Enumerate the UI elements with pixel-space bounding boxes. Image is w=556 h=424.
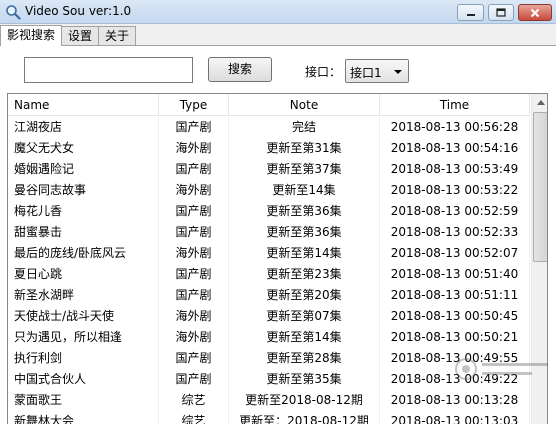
cell-note: 更新至14集 — [229, 180, 380, 201]
chevron-up-icon — [536, 100, 545, 105]
minimize-icon — [466, 13, 475, 16]
cell-note: 更新至第14集 — [229, 327, 380, 348]
cell-type: 国产剧 — [159, 348, 229, 369]
cell-time: 2018-08-13 00:52:59 — [380, 201, 530, 222]
cell-time: 2018-08-13 00:13:03 — [380, 411, 530, 424]
cell-time: 2018-08-13 00:13:28 — [380, 390, 530, 411]
cell-note: 更新至第20集 — [229, 285, 380, 306]
magnifier-icon — [6, 5, 21, 20]
cell-name: 天使战士/战斗天使 — [8, 306, 159, 327]
cell-time: 2018-08-13 00:50:21 — [380, 327, 530, 348]
cell-note: 更新至第37集 — [229, 159, 380, 180]
cell-type: 国产剧 — [159, 369, 229, 390]
list-item[interactable]: 夏日心跳 国产剧 更新至第23集 2018-08-13 00:51:40 — [8, 264, 531, 285]
cell-note: 更新至第28集 — [229, 348, 380, 369]
cell-time: 2018-08-13 00:50:45 — [380, 306, 530, 327]
tab-video-search[interactable]: 影视搜索 — [0, 25, 63, 46]
chevron-down-icon — [394, 70, 402, 74]
cell-time: 2018-08-13 00:51:40 — [380, 264, 530, 285]
list-item[interactable]: 魔父无犬女 海外剧 更新至第31集 2018-08-13 00:54:16 — [8, 138, 531, 159]
list-header: Name Type Note Time — [8, 94, 530, 116]
cell-name: 只为遇见，所以相逢 — [8, 327, 159, 348]
close-icon — [530, 8, 540, 17]
cell-name: 执行利剑 — [8, 348, 159, 369]
column-header-name[interactable]: Name — [8, 94, 159, 116]
cell-name: 蒙面歌王 — [8, 390, 159, 411]
maximize-icon — [496, 8, 506, 17]
cell-name: 曼谷同志故事 — [8, 180, 159, 201]
watermark-logo — [455, 358, 548, 380]
tab-about[interactable]: 关于 — [98, 26, 137, 46]
cell-name: 最后的庞线/卧底风云 — [8, 243, 159, 264]
list-item[interactable]: 梅花儿香 国产剧 更新至第36集 2018-08-13 00:52:59 — [8, 201, 531, 222]
list-item[interactable]: 只为遇见，所以相逢 海外剧 更新至第14集 2018-08-13 00:50:21 — [8, 327, 531, 348]
minimize-button[interactable] — [457, 4, 484, 21]
title-bar[interactable]: Video Sou ver:1.0 — [0, 0, 556, 24]
cell-note: 更新至2018-08-12期 — [229, 390, 380, 411]
cell-name: 甜蜜暴击 — [8, 222, 159, 243]
list-item[interactable]: 新圣水湖畔 国产剧 更新至第20集 2018-08-13 00:51:11 — [8, 285, 531, 306]
column-header-time[interactable]: Time — [380, 94, 530, 116]
cell-note: 完结 — [229, 117, 380, 138]
cell-note: 更新至第36集 — [229, 201, 380, 222]
close-button[interactable] — [518, 4, 552, 21]
scroll-up-button[interactable] — [532, 94, 547, 111]
cell-name: 新圣水湖畔 — [8, 285, 159, 306]
cell-type: 国产剧 — [159, 201, 229, 222]
cell-type: 海外剧 — [159, 327, 229, 348]
list-item[interactable]: 江湖夜店 国产剧 完结 2018-08-13 00:56:28 — [8, 117, 531, 138]
cell-name: 中国式合伙人 — [8, 369, 159, 390]
list-item[interactable]: 婚姻遇险记 国产剧 更新至第37集 2018-08-13 00:53:49 — [8, 159, 531, 180]
list-item[interactable]: 天使战士/战斗天使 海外剧 更新至第07集 2018-08-13 00:50:45 — [8, 306, 531, 327]
cell-type: 国产剧 — [159, 222, 229, 243]
cell-time: 2018-08-13 00:51:11 — [380, 285, 530, 306]
cell-name: 江湖夜店 — [8, 117, 159, 138]
tab-strip: 影视搜索 设置 关于 — [0, 25, 137, 46]
interface-select[interactable]: 接口1 — [345, 59, 409, 83]
cell-type: 海外剧 — [159, 306, 229, 327]
window-title: Video Sou ver:1.0 — [25, 4, 132, 18]
list-item[interactable]: 新舞林大会 综艺 更新至：2018-08-12期 2018-08-13 00:13:0… — [8, 411, 531, 424]
list-item[interactable]: 最后的庞线/卧底风云 海外剧 更新至第14集 2018-08-13 00:52:07 — [8, 243, 531, 264]
cell-type: 综艺 — [159, 411, 229, 424]
cell-note: 更新至第07集 — [229, 306, 380, 327]
list-item[interactable]: 甜蜜暴击 国产剧 更新至第36集 2018-08-13 00:52:33 — [8, 222, 531, 243]
cell-note: 更新至第36集 — [229, 222, 380, 243]
list-item[interactable]: 曼谷同志故事 海外剧 更新至14集 2018-08-13 00:53:22 — [8, 180, 531, 201]
cell-name: 梅花儿香 — [8, 201, 159, 222]
cell-time: 2018-08-13 00:56:28 — [380, 117, 530, 138]
cell-type: 国产剧 — [159, 159, 229, 180]
tab-settings[interactable]: 设置 — [61, 26, 100, 46]
cell-type: 海外剧 — [159, 243, 229, 264]
scroll-thumb[interactable] — [533, 112, 547, 262]
cell-note: 更新至：2018-08-12期 — [229, 411, 380, 424]
cell-type: 海外剧 — [159, 180, 229, 201]
cell-note: 更新至第14集 — [229, 243, 380, 264]
search-input[interactable] — [24, 57, 193, 83]
maximize-button[interactable] — [488, 4, 514, 21]
cell-name: 婚姻遇险记 — [8, 159, 159, 180]
interface-label: 接口： — [305, 65, 342, 79]
cell-type: 国产剧 — [159, 285, 229, 306]
cell-time: 2018-08-13 00:53:49 — [380, 159, 530, 180]
cell-type: 国产剧 — [159, 264, 229, 285]
cell-time: 2018-08-13 00:52:07 — [380, 243, 530, 264]
column-header-note[interactable]: Note — [229, 94, 380, 116]
cell-note: 更新至第35集 — [229, 369, 380, 390]
cell-note: 更新至第23集 — [229, 264, 380, 285]
cell-name: 夏日心跳 — [8, 264, 159, 285]
cell-name: 魔父无犬女 — [8, 138, 159, 159]
cell-type: 综艺 — [159, 390, 229, 411]
cell-time: 2018-08-13 00:52:33 — [380, 222, 530, 243]
search-button[interactable]: 搜索 — [208, 57, 272, 82]
cell-time: 2018-08-13 00:53:22 — [380, 180, 530, 201]
cell-note: 更新至第31集 — [229, 138, 380, 159]
list-item[interactable]: 蒙面歌王 综艺 更新至2018-08-12期 2018-08-13 00:13:28 — [8, 390, 531, 411]
cell-type: 国产剧 — [159, 117, 229, 138]
cell-time: 2018-08-13 00:54:16 — [380, 138, 530, 159]
interface-selected-value: 接口1 — [350, 66, 382, 80]
cell-name: 新舞林大会 — [8, 411, 159, 424]
cell-type: 海外剧 — [159, 138, 229, 159]
column-header-type[interactable]: Type — [159, 94, 229, 116]
